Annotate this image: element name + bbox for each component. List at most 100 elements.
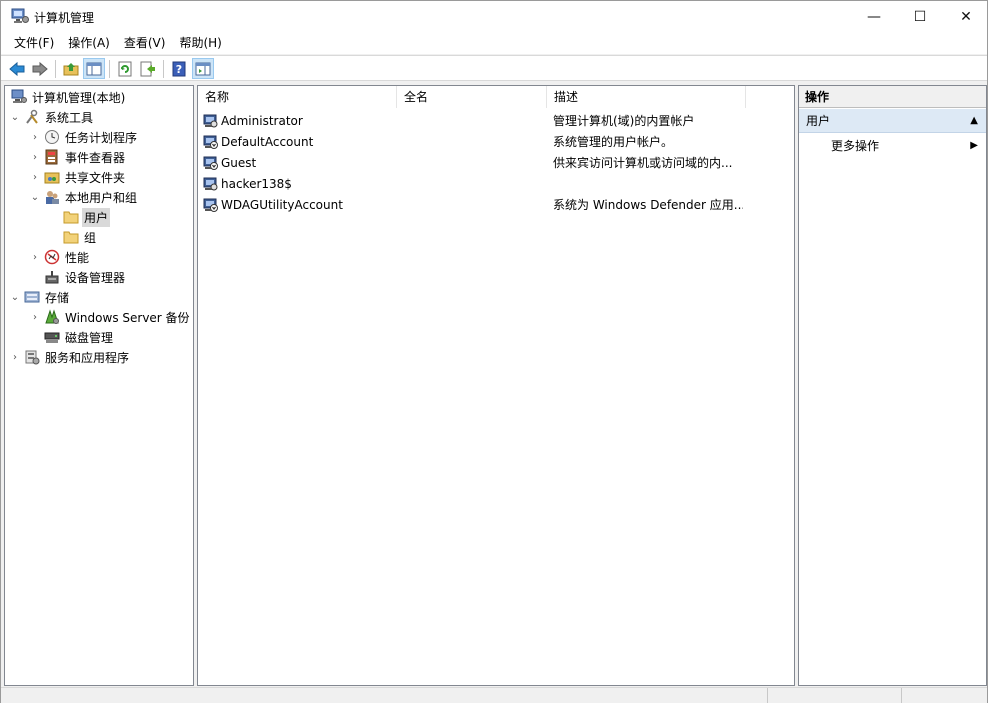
column-header-name[interactable]: 名称	[198, 86, 397, 108]
export-list-button[interactable]	[137, 58, 159, 79]
more-actions-label: 更多操作	[831, 139, 880, 153]
actions-pane: 操作 用户 ▲ 更多操作 ▶	[798, 85, 987, 686]
tree-item-windows-server-backup[interactable]: › Windows Server 备份	[29, 307, 192, 327]
chevron-right-icon[interactable]: ›	[29, 151, 41, 163]
tree-item-groups[interactable]: 组	[60, 227, 98, 247]
table-row[interactable]: Guest 供来宾访问计算机或访问域的内...	[198, 153, 794, 174]
show-hide-action-pane-button[interactable]	[192, 58, 214, 79]
toolbar: ?	[1, 55, 987, 81]
user-description: 系统管理的用户帐户。	[553, 135, 674, 149]
tree-item-local-users-groups[interactable]: ⌄ 本地用户和组	[29, 187, 139, 207]
tree-label: 事件查看器	[65, 150, 126, 165]
menu-help[interactable]: 帮助(H)	[172, 32, 228, 54]
column-header-description[interactable]: 描述	[547, 86, 746, 108]
user-description: 系统为 Windows Defender 应用...	[553, 198, 743, 212]
back-arrow-icon	[9, 61, 25, 76]
tree-label: 计算机管理(本地)	[32, 90, 126, 105]
menu-action[interactable]: 操作(A)	[61, 32, 117, 54]
folder-icon	[63, 209, 79, 225]
disk-management-icon	[44, 329, 60, 345]
tree-item-device-manager[interactable]: 设备管理器	[41, 267, 127, 287]
user-account-icon	[203, 176, 219, 192]
device-manager-icon	[44, 269, 60, 285]
show-hide-tree-button[interactable]	[83, 58, 105, 79]
chevron-right-icon[interactable]: ›	[29, 171, 41, 183]
menu-view[interactable]: 查看(V)	[117, 32, 173, 54]
tree-label: 组	[84, 230, 97, 245]
chevron-right-icon[interactable]: ›	[29, 251, 41, 263]
chevron-right-icon[interactable]: ›	[29, 131, 41, 143]
tree-item-system-tools[interactable]: ⌄ 系统工具	[9, 107, 95, 127]
user-description	[553, 174, 743, 195]
tree-label: 系统工具	[45, 110, 94, 125]
backup-icon	[44, 309, 60, 325]
refresh-button[interactable]	[114, 58, 136, 79]
table-row[interactable]: hacker138$	[198, 174, 794, 195]
tree-label: 任务计划程序	[65, 130, 138, 145]
user-name: Guest	[221, 156, 257, 170]
tree-item-task-scheduler[interactable]: › 任务计划程序	[29, 127, 139, 147]
user-name: Administrator	[221, 114, 303, 128]
user-name: hacker138$	[221, 177, 292, 191]
actions-section-label: 用户	[806, 114, 831, 128]
console-tree[interactable]: 计算机管理(本地) ⌄ 系统工具 › 任务计划程序 › 事件查看器 › 共享文件…	[4, 85, 194, 686]
shared-folder-icon	[44, 169, 60, 185]
help-button[interactable]: ?	[168, 58, 190, 79]
tree-item-disk-management[interactable]: 磁盘管理	[41, 327, 115, 347]
svg-text:?: ?	[176, 63, 182, 76]
menu-file[interactable]: 文件(F)	[7, 32, 61, 54]
forward-button[interactable]	[29, 58, 51, 79]
tree-item-root[interactable]: 计算机管理(本地)	[8, 87, 127, 107]
up-one-level-button[interactable]	[60, 58, 82, 79]
table-row[interactable]: DefaultAccount 系统管理的用户帐户。	[198, 132, 794, 153]
disabled-user-account-icon	[203, 155, 219, 171]
tree-item-storage[interactable]: ⌄ 存储	[9, 287, 71, 307]
back-button[interactable]	[6, 58, 28, 79]
user-name: WDAGUtilityAccount	[221, 198, 343, 212]
user-fullname	[404, 111, 544, 132]
toolbar-separator	[163, 60, 164, 78]
users-group-icon	[44, 189, 60, 205]
chevron-right-icon[interactable]: ›	[9, 351, 21, 363]
table-row[interactable]: WDAGUtilityAccount 系统为 Windows Defender …	[198, 195, 794, 216]
tree-item-performance[interactable]: › 性能	[29, 247, 91, 267]
user-fullname	[404, 174, 544, 195]
performance-icon	[44, 249, 60, 265]
services-icon	[24, 349, 40, 365]
column-header-fullname[interactable]: 全名	[397, 86, 547, 108]
actions-section-users[interactable]: 用户 ▲	[799, 109, 986, 133]
minimize-button[interactable]: —	[851, 1, 897, 32]
maximize-button[interactable]: ☐	[897, 1, 943, 32]
clock-icon	[44, 129, 60, 145]
collapse-triangle-icon[interactable]: ▲	[970, 109, 978, 133]
disabled-user-account-icon	[203, 134, 219, 150]
chevron-down-icon[interactable]: ⌄	[29, 191, 41, 203]
show-hide-tree-icon	[86, 62, 102, 75]
tree-item-event-viewer[interactable]: › 事件查看器	[29, 147, 127, 167]
close-button[interactable]: ✕	[943, 1, 988, 32]
chevron-down-icon[interactable]: ⌄	[9, 291, 21, 303]
submenu-arrow-icon: ▶	[970, 140, 978, 151]
chevron-down-icon[interactable]: ⌄	[9, 111, 21, 123]
user-description: 供来宾访问计算机或访问域的内...	[553, 156, 733, 170]
event-viewer-icon	[44, 149, 60, 165]
tree-label: 共享文件夹	[65, 170, 126, 185]
tree-item-users[interactable]: 用户	[60, 207, 111, 227]
toolbar-separator	[55, 60, 56, 78]
more-actions-item[interactable]: 更多操作 ▶	[799, 134, 986, 158]
tree-item-services-apps[interactable]: › 服务和应用程序	[9, 347, 131, 367]
tree-item-shared-folders[interactable]: › 共享文件夹	[29, 167, 127, 187]
tree-label: 用户	[82, 207, 111, 227]
computer-management-icon	[11, 8, 29, 24]
user-list-view[interactable]: 名称 全名 描述 Administrator 管理计算机(域)的内置帐户 Def…	[197, 85, 795, 686]
user-fullname	[404, 195, 544, 216]
menu-bar: 文件(F) 操作(A) 查看(V) 帮助(H)	[1, 32, 987, 54]
disabled-user-account-icon	[203, 197, 219, 213]
chevron-right-icon[interactable]: ›	[29, 311, 41, 323]
export-list-icon	[140, 61, 155, 76]
user-fullname	[404, 132, 544, 153]
actions-header: 操作	[799, 86, 986, 108]
user-account-icon	[203, 113, 219, 129]
user-description: 管理计算机(域)的内置帐户	[553, 114, 695, 128]
table-row[interactable]: Administrator 管理计算机(域)的内置帐户	[198, 111, 794, 132]
